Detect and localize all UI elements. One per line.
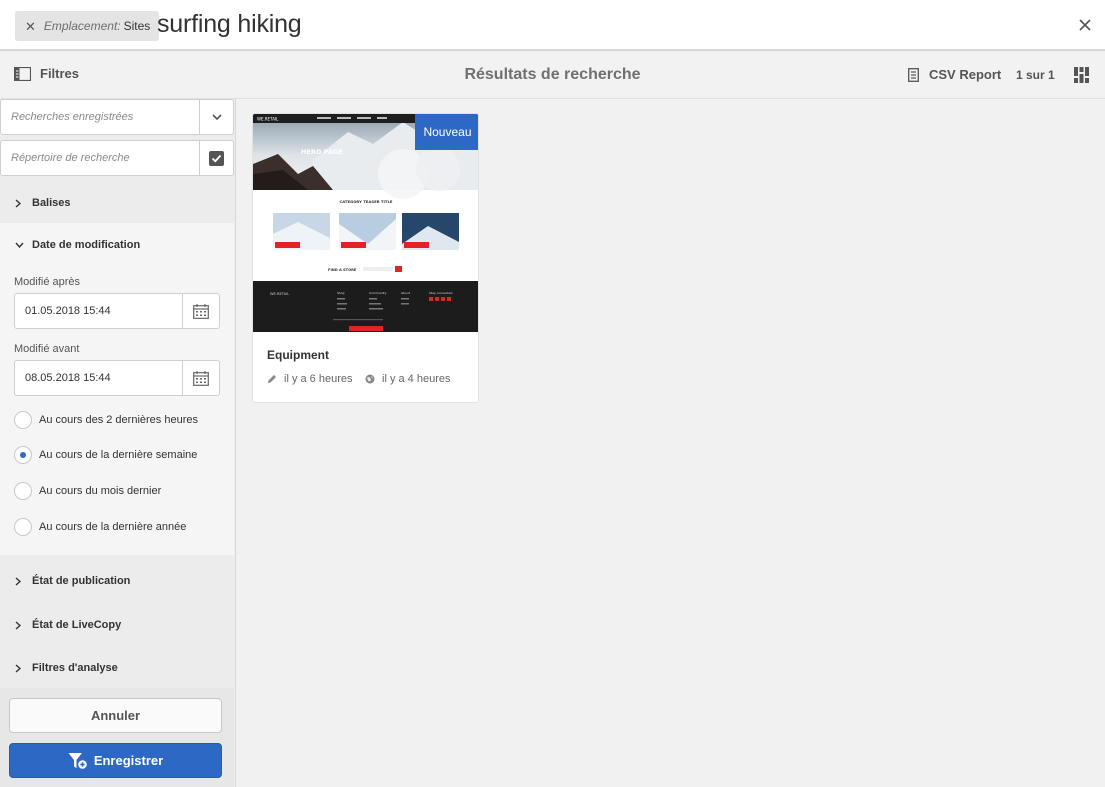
section-analytics-filters-label: Filtres d'analyse <box>32 662 118 674</box>
modified-date-panel: Date de modification Modifié après 01.05… <box>0 223 234 555</box>
page-thumbnail: WE.RETAIL HERO PAGE CATEGORY TEASER TITL… <box>253 114 478 332</box>
modified-before-value[interactable]: 08.05.2018 15:44 <box>15 372 182 384</box>
pencil-icon <box>268 375 276 383</box>
globe-icon <box>365 374 375 384</box>
cancel-button[interactable]: Annuler <box>9 698 222 733</box>
radio-button[interactable] <box>14 446 32 464</box>
rail-footer: Annuler Enregistrer <box>0 688 234 787</box>
saved-searches-placeholder: Recherches enregistrées <box>11 111 134 123</box>
saved-searches-select[interactable]: Recherches enregistrées <box>0 99 234 135</box>
radio-button[interactable] <box>14 518 32 536</box>
filter-rail: Recherches enregistrées Répertoire de re… <box>0 99 236 787</box>
action-bar: Filtres Résultats de recherche CSV Repor… <box>0 52 1105 99</box>
modified-time-label: il y a 6 heures <box>284 373 353 385</box>
pagination-indicator: 1 sur 1 <box>1016 68 1055 82</box>
radio-last-week[interactable]: Au cours de la dernière semaine <box>14 446 197 464</box>
section-publish-state[interactable]: État de publication <box>0 559 234 603</box>
location-tag[interactable]: ✕ Emplacement: Sites <box>15 11 160 41</box>
published-time: il y a 4 heures <box>365 373 450 385</box>
published-time-label: il y a 4 heures <box>382 373 451 385</box>
radio-last-month[interactable]: Au cours du mois dernier <box>14 482 161 500</box>
results-area: WE.RETAIL HERO PAGE CATEGORY TEASER TITL… <box>237 99 1105 787</box>
omnisearch-bar: ✕ Emplacement: Sites surfing hiking <box>0 0 1105 51</box>
chevron-right-icon <box>15 576 25 586</box>
rail-toggle-icon <box>14 66 31 81</box>
chevron-down-icon <box>15 242 25 248</box>
filters-label: Filtres <box>40 66 80 81</box>
save-search-button[interactable]: Enregistrer <box>9 743 222 778</box>
radio-label: Au cours des 2 dernières heures <box>39 414 198 426</box>
thumb-footer-col: About <box>401 291 411 295</box>
thumb-teaser-title: CATEGORY TEASER TITLE <box>339 199 392 204</box>
section-modified-date-label: Date de modification <box>32 239 141 251</box>
save-label: Enregistrer <box>93 753 164 768</box>
filter-save-icon <box>68 752 87 769</box>
modified-before-label: Modifié avant <box>14 343 80 355</box>
radio-last-2-hours[interactable]: Au cours des 2 dernières heures <box>14 411 198 429</box>
radio-button[interactable] <box>14 411 32 429</box>
thumb-footer-logo: WE.RETAIL <box>270 292 289 296</box>
section-publish-state-label: État de publication <box>32 575 131 587</box>
modified-time: il y a 6 heures <box>267 373 352 385</box>
remove-tag-icon[interactable]: ✕ <box>25 20 36 33</box>
search-directory-field[interactable]: Répertoire de recherche <box>0 140 234 176</box>
csv-report-button[interactable]: CSV Report <box>908 67 1001 82</box>
csv-report-label: CSV Report <box>929 67 1002 82</box>
radio-label: Au cours de la dernière semaine <box>39 449 198 461</box>
tag-key: Emplacement: <box>43 19 121 33</box>
report-icon <box>908 67 919 82</box>
radio-last-year[interactable]: Au cours de la dernière année <box>14 518 186 536</box>
radio-label: Au cours de la dernière année <box>39 521 187 533</box>
card-title[interactable]: Equipment <box>267 348 329 362</box>
tag-value: Sites <box>123 19 151 33</box>
select-path-button[interactable] <box>199 141 233 175</box>
modified-after-value[interactable]: 01.05.2018 15:44 <box>15 305 182 317</box>
chevron-right-icon <box>15 198 25 208</box>
radio-label: Au cours du mois dernier <box>39 485 162 497</box>
calendar-icon[interactable] <box>182 361 219 395</box>
new-badge: Nouveau <box>415 114 478 150</box>
chevron-down-icon[interactable] <box>199 100 233 134</box>
thumb-footer-col: Stay connected <box>429 291 452 295</box>
checkbox-icon <box>209 150 224 166</box>
section-livecopy-state-label: État de LiveCopy <box>32 619 122 631</box>
modified-before-field[interactable]: 08.05.2018 15:44 <box>14 360 220 396</box>
thumb-footer-col: Shop <box>337 291 345 295</box>
thumb-footer-col: Community <box>369 291 387 295</box>
search-input[interactable]: surfing hiking <box>157 10 302 39</box>
radio-button[interactable] <box>14 482 32 500</box>
search-directory-placeholder: Répertoire de recherche <box>11 152 130 164</box>
thumb-logo: WE.RETAIL <box>257 117 279 122</box>
section-tags[interactable]: Balises <box>0 181 234 225</box>
section-analytics-filters[interactable]: Filtres d'analyse <box>0 646 234 690</box>
card-view-icon[interactable] <box>1074 67 1089 83</box>
calendar-icon[interactable] <box>182 294 219 328</box>
chevron-right-icon <box>15 663 25 673</box>
section-modified-date[interactable]: Date de modification <box>0 223 234 267</box>
thumb-hero-title: HERO PAGE <box>301 148 343 156</box>
modified-after-label: Modifié après <box>14 276 81 288</box>
section-tags-label: Balises <box>32 197 71 209</box>
thumb-store-label: FIND A STORE <box>328 268 357 272</box>
chevron-right-icon <box>15 620 25 630</box>
close-icon[interactable] <box>1077 17 1093 33</box>
section-livecopy-state[interactable]: État de LiveCopy <box>0 603 234 647</box>
modified-after-field[interactable]: 01.05.2018 15:44 <box>14 293 220 329</box>
result-card[interactable]: WE.RETAIL HERO PAGE CATEGORY TEASER TITL… <box>252 113 479 403</box>
filters-toggle-button[interactable]: Filtres <box>14 66 79 81</box>
